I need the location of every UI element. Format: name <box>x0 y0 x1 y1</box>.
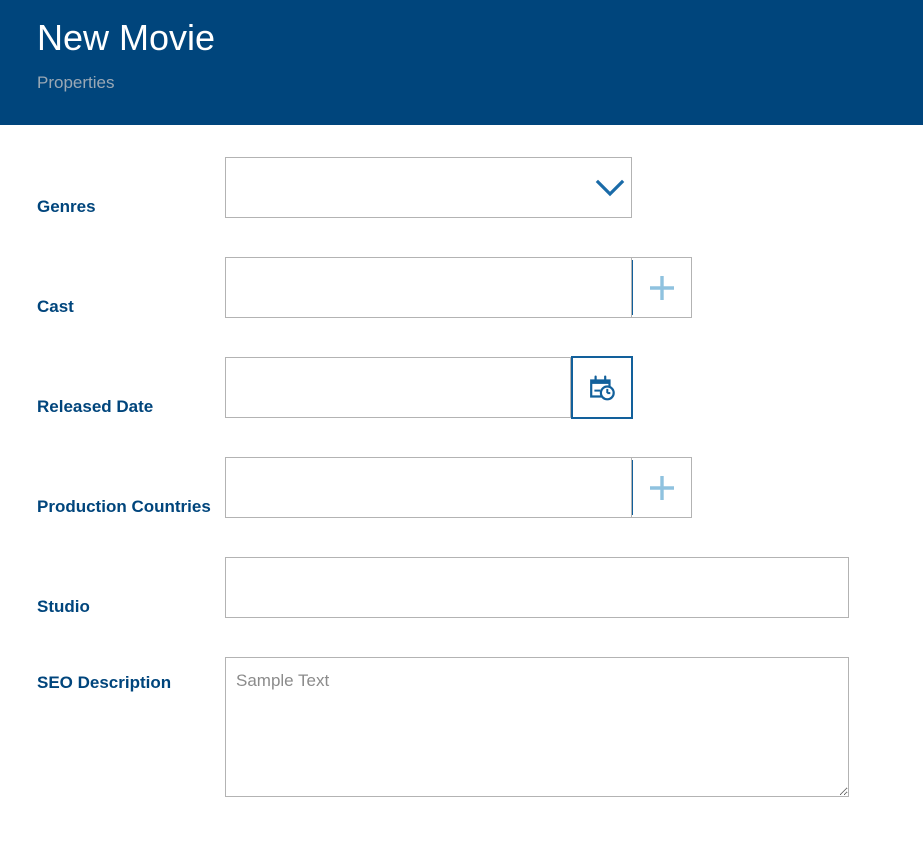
cast-separator <box>632 260 633 315</box>
field-genres <box>225 157 632 218</box>
field-studio <box>225 557 849 618</box>
label-seo-description: SEO Description <box>0 657 225 695</box>
form-row-seo-description: SEO Description <box>0 657 923 832</box>
field-seo-description <box>225 657 849 797</box>
label-studio: Studio <box>0 595 225 619</box>
page-header: New Movie Properties <box>0 0 923 125</box>
page-subtitle: Properties <box>37 60 923 94</box>
form-row-studio: Studio <box>0 557 923 657</box>
production-countries-input[interactable] <box>225 457 632 518</box>
label-released-date: Released Date <box>0 395 225 419</box>
properties-form: Genres Cast <box>0 125 923 832</box>
label-genres: Genres <box>0 195 225 219</box>
form-row-cast: Cast <box>0 257 923 357</box>
label-production-countries: Production Countries <box>0 495 225 519</box>
field-cast <box>225 257 692 318</box>
form-row-released-date: Released Date <box>0 357 923 457</box>
date-picker-button[interactable] <box>571 356 633 419</box>
production-countries-separator <box>632 460 633 515</box>
released-date-input[interactable] <box>225 357 571 418</box>
field-production-countries <box>225 457 692 518</box>
cast-input[interactable] <box>225 257 632 318</box>
form-row-genres: Genres <box>0 157 923 257</box>
calendar-clock-icon <box>587 373 617 403</box>
field-released-date <box>225 357 633 418</box>
plus-icon <box>647 473 677 503</box>
cast-add-button[interactable] <box>632 257 692 318</box>
production-countries-add-button[interactable] <box>632 457 692 518</box>
genres-select[interactable] <box>225 157 632 218</box>
seo-description-textarea[interactable] <box>225 657 849 797</box>
chevron-down-icon[interactable] <box>589 179 631 197</box>
page-title: New Movie <box>37 16 923 60</box>
label-cast: Cast <box>0 295 225 319</box>
form-row-production-countries: Production Countries <box>0 457 923 557</box>
plus-icon <box>647 273 677 303</box>
studio-input[interactable] <box>225 557 849 618</box>
